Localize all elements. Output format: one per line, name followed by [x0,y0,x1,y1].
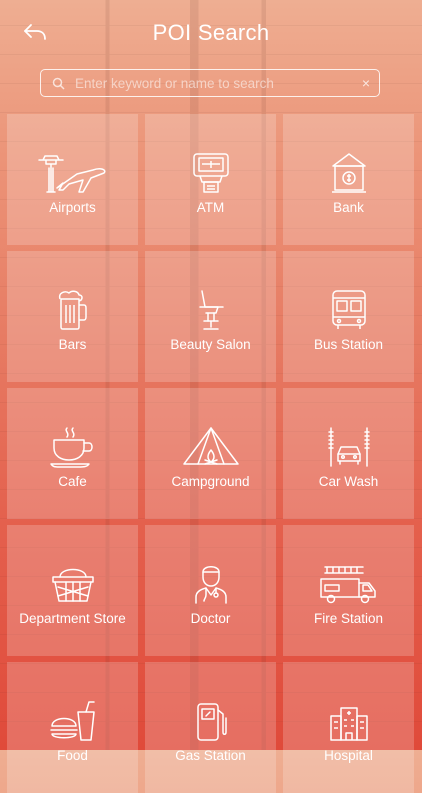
clear-search-button[interactable]: × [353,75,379,91]
search-icon [45,77,71,90]
category-label: Airports [49,200,96,215]
search-input[interactable] [71,75,353,91]
category-label: Car Wash [318,474,379,489]
category-label: Hospital [324,748,373,763]
category-label: Doctor [190,611,231,626]
bank-icon [331,148,367,194]
tent-icon [182,422,240,468]
category-label: ATM [196,200,225,215]
category-tile-cafe[interactable]: Cafe [7,388,138,519]
category-tile-campground[interactable]: Campground [145,388,276,519]
header: POI Search [0,0,422,64]
category-label: Bus Station [313,337,384,352]
category-tile-hospital[interactable]: Hospital [283,662,414,793]
category-label: Campground [171,474,250,489]
search-bar: × [40,69,380,97]
hospital-icon [329,696,369,742]
category-tile-bank[interactable]: Bank [283,114,414,245]
category-grid: Airports ATM Bank Bars Beauty Salon Bus … [7,114,415,793]
car-wash-icon [326,422,372,468]
category-label: Cafe [58,474,87,489]
coffee-cup-icon [49,422,97,468]
fast-food-icon [48,696,98,742]
category-tile-gas-station[interactable]: Gas Station [145,662,276,793]
category-label: Fire Station [313,611,384,626]
fire-truck-icon [319,559,379,605]
category-label: Beauty Salon [170,337,251,352]
beer-mug-icon [57,285,89,331]
category-label: Department Store [19,611,126,626]
atm-icon [192,148,230,194]
shopping-basket-icon [50,559,96,605]
category-label: Gas Station [175,748,246,763]
category-tile-atm[interactable]: ATM [145,114,276,245]
salon-chair-icon [196,285,226,331]
category-tile-bus-station[interactable]: Bus Station [283,251,414,382]
category-tile-car-wash[interactable]: Car Wash [283,388,414,519]
airport-icon [37,148,109,194]
category-tile-beauty-salon[interactable]: Beauty Salon [145,251,276,382]
category-tile-doctor[interactable]: Doctor [145,525,276,656]
category-tile-airports[interactable]: Airports [7,114,138,245]
bus-icon [330,285,368,331]
category-label: Bars [58,337,87,352]
category-tile-bars[interactable]: Bars [7,251,138,382]
page-title: POI Search [152,20,270,45]
category-tile-fire-station[interactable]: Fire Station [283,525,414,656]
category-tile-department-store[interactable]: Department Store [7,525,138,656]
category-tile-food[interactable]: Food [7,662,138,793]
doctor-icon [194,559,228,605]
category-label: Food [57,748,88,763]
gas-pump-icon [194,696,228,742]
category-label: Bank [333,200,364,215]
